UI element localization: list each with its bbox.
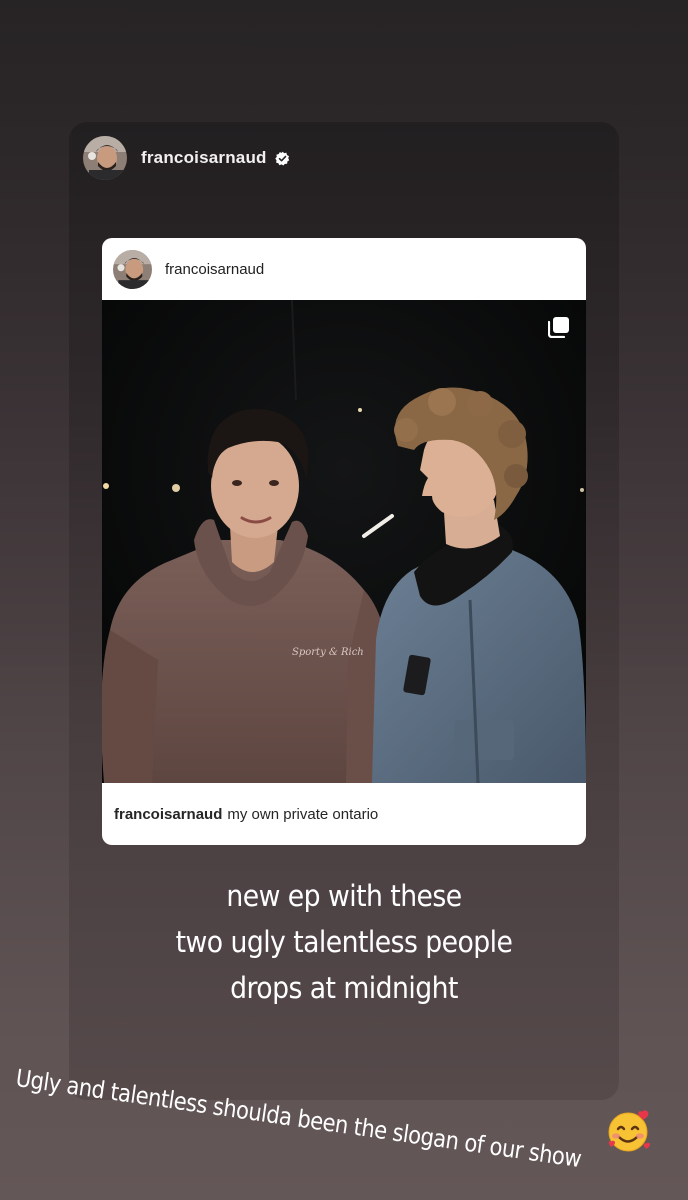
svg-text:Sporty & Rich: Sporty & Rich: [292, 647, 364, 658]
story-text-line-1: new ep with these: [226, 879, 462, 913]
verified-badge-icon: [274, 151, 289, 166]
post-header: francoisarnaud: [102, 238, 586, 300]
photo-image: Sporty & Rich: [102, 300, 586, 783]
caption-text: my own private ontario: [227, 805, 379, 823]
story-header[interactable]: francoisarnaud: [83, 135, 290, 181]
post-photo[interactable]: Sporty & Rich: [102, 300, 586, 783]
smiling-face-with-hearts-icon: [608, 1110, 650, 1152]
carousel-icon: [548, 317, 569, 338]
story-text: new ep with these two ugly talentless pe…: [91, 873, 597, 1011]
post-caption: francoisarnaud my own private ontario: [102, 783, 586, 845]
shared-post[interactable]: francoisarnaud Sporty & Rich francoisarn…: [102, 238, 586, 845]
post-avatar[interactable]: [113, 249, 152, 289]
caption-username[interactable]: francoisarnaud: [114, 806, 222, 823]
post-username[interactable]: francoisarnaud: [165, 261, 264, 278]
story-username[interactable]: francoisarnaud: [141, 148, 267, 168]
story-card: francoisarnaud francoisarnaud Sporty & R…: [69, 122, 619, 1100]
profile-avatar[interactable]: [83, 136, 127, 180]
story-text-line-3: drops at midnight: [230, 971, 458, 1005]
story-text-line-2: two ugly talentless people: [175, 925, 513, 959]
